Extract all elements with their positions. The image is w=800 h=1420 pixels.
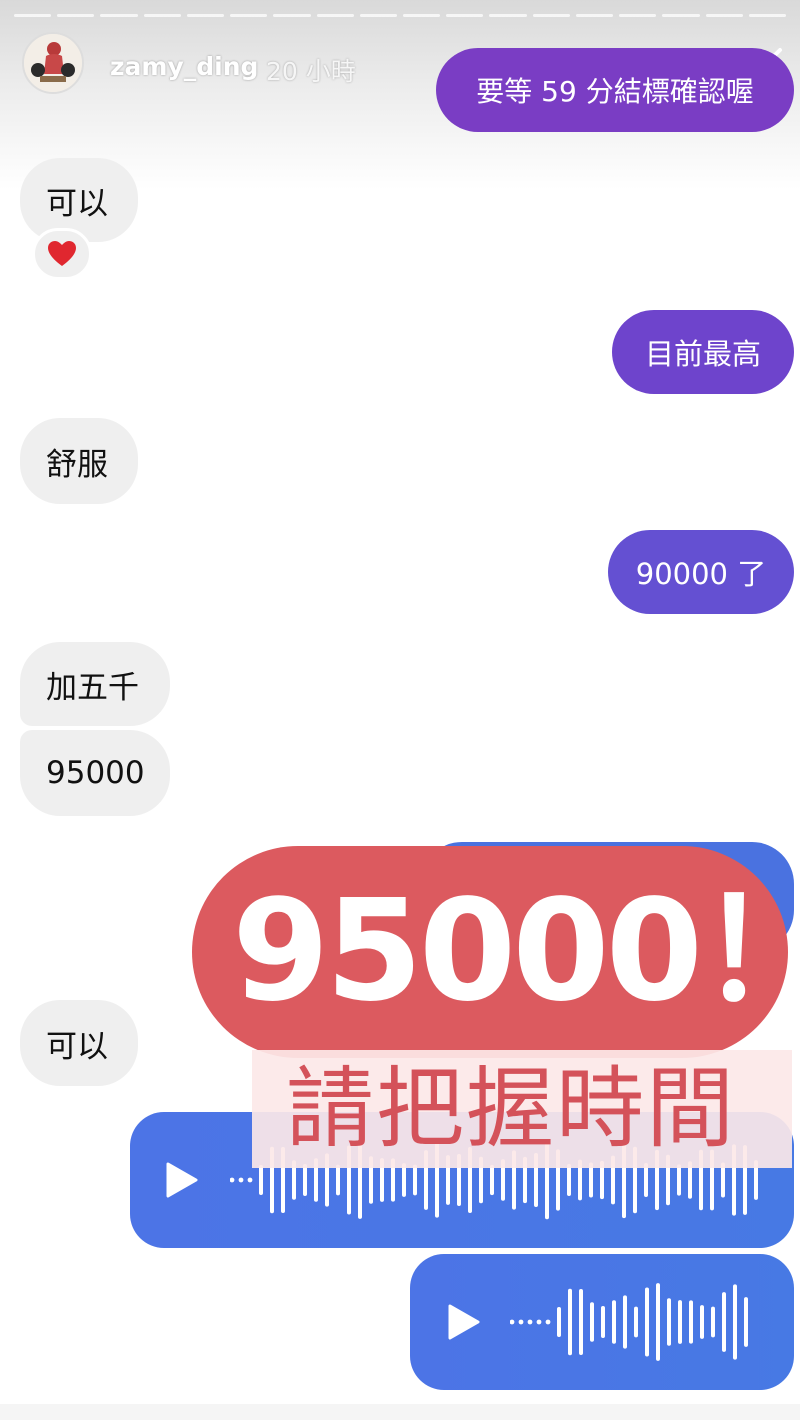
- message-text: 要等 59 分結標確認喔: [476, 75, 754, 108]
- story-progress-segment: [230, 14, 268, 17]
- waveform-bar: [557, 1307, 561, 1337]
- outgoing-message: 要等 59 分結標確認喔: [436, 48, 794, 132]
- story-progress-segment: [14, 14, 52, 17]
- waveform-dot: [247, 1177, 253, 1183]
- story-progress-segment: [57, 14, 95, 17]
- story-progress-bar: [14, 14, 786, 19]
- message-text: 舒服: [46, 446, 108, 483]
- story-progress-segment: [402, 14, 441, 17]
- heart-icon: [48, 241, 76, 266]
- story-timestamp: 20 小時: [266, 57, 356, 86]
- waveform-dot: [545, 1319, 551, 1325]
- message-text: 可以: [46, 185, 108, 222]
- waveform-bar: [336, 1164, 340, 1196]
- story-progress-segment: [273, 14, 311, 17]
- waveform-bar: [259, 1165, 263, 1195]
- message-text: 95000: [46, 755, 145, 791]
- waveform-bar: [733, 1284, 737, 1360]
- play-icon[interactable]: [448, 1304, 480, 1340]
- story-progress-segment: [143, 14, 181, 17]
- story-progress-segment: [532, 14, 570, 17]
- story-username[interactable]: zamy_ding: [110, 52, 258, 81]
- waveform-dot: [230, 1177, 235, 1183]
- story-progress-segment: [575, 14, 614, 17]
- story-progress-segment: [316, 14, 354, 17]
- message-text: 可以: [46, 1028, 108, 1065]
- outgoing-message: 目前最高: [612, 310, 794, 394]
- avatar-illustration: [24, 34, 82, 92]
- voice-message[interactable]: [410, 1254, 794, 1390]
- story-progress-segment: [186, 14, 225, 17]
- waveform-bar: [612, 1300, 616, 1344]
- waveform-bar: [601, 1305, 605, 1339]
- waveform-bar: [590, 1302, 594, 1342]
- waveform-bar: [623, 1295, 627, 1349]
- heart-reaction[interactable]: [32, 228, 92, 280]
- waveform-bar: [634, 1306, 638, 1338]
- waveform-bar: [689, 1300, 693, 1344]
- outgoing-message: 90000 了: [608, 530, 794, 614]
- waveform-dot: [536, 1319, 542, 1325]
- incoming-message: 加五千: [20, 642, 170, 726]
- incoming-message: 可以: [20, 158, 138, 242]
- message-text: 加五千: [46, 669, 139, 706]
- waveform-bar: [644, 1163, 648, 1197]
- waveform-bar: [490, 1164, 494, 1196]
- waveform-bar: [667, 1298, 671, 1346]
- avatar[interactable]: [22, 32, 84, 94]
- story-sticker-headline: 95000！: [232, 870, 800, 1033]
- waveform-bar: [402, 1163, 406, 1197]
- incoming-message: 可以: [20, 1000, 138, 1086]
- waveform-bar: [579, 1289, 583, 1355]
- waveform-bar: [744, 1297, 748, 1347]
- waveform-bar: [677, 1164, 681, 1196]
- waveform-bar: [568, 1288, 572, 1356]
- play-icon[interactable]: [166, 1162, 198, 1198]
- bottom-edge: [0, 1404, 800, 1420]
- waveform-dot: [527, 1319, 533, 1325]
- story-progress-segment: [359, 14, 397, 17]
- incoming-message: 舒服: [20, 418, 138, 504]
- story-progress-segment: [489, 14, 527, 17]
- story-progress-segment: [748, 14, 786, 17]
- message-text: 90000 了: [635, 557, 767, 591]
- story-progress-segment: [619, 14, 657, 17]
- waveform-bar: [678, 1300, 682, 1344]
- waveform-bar: [722, 1292, 726, 1352]
- incoming-message: 95000: [20, 730, 170, 816]
- story-progress-segment: [446, 14, 484, 17]
- waveform-bar: [303, 1163, 307, 1197]
- story-progress-segment: [705, 14, 743, 17]
- waveform-dot: [518, 1319, 524, 1325]
- waveform-bar: [656, 1283, 660, 1361]
- waveform-dot: [238, 1177, 244, 1183]
- waveform-dot: [510, 1319, 515, 1325]
- waveform-bar: [567, 1164, 571, 1196]
- story-progress-segment: [662, 14, 700, 17]
- waveform-bar: [413, 1164, 417, 1196]
- waveform-bar: [645, 1287, 649, 1357]
- message-text: 目前最高: [644, 337, 761, 371]
- audio-waveform: [510, 1283, 748, 1361]
- waveform-bar: [700, 1305, 704, 1339]
- waveform-bar: [711, 1306, 715, 1338]
- story-sticker-subline: 請把握時間: [286, 1057, 737, 1160]
- story-progress-segment: [100, 14, 138, 17]
